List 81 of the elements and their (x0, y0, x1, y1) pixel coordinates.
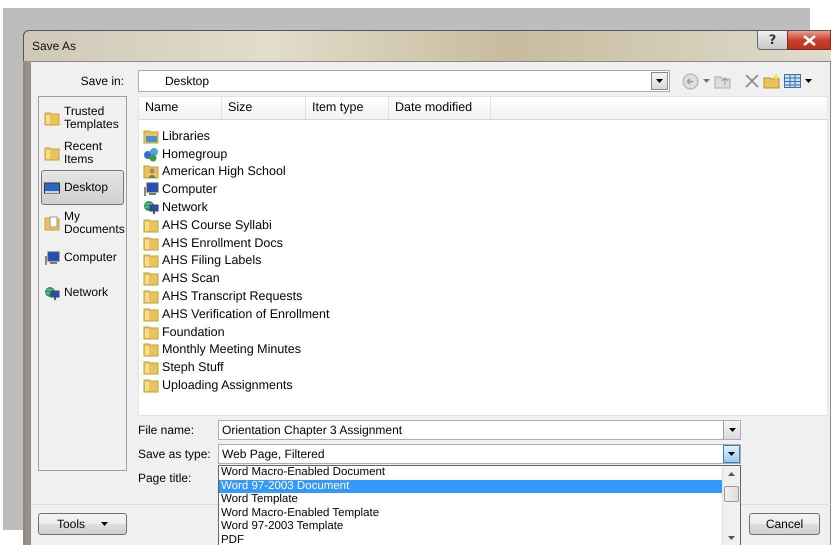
dropdown-option[interactable]: Word Macro-Enabled Template (219, 506, 722, 520)
save-in-label: Save in: (80, 74, 125, 88)
file-name[interactable]: AHS Course Syllabi (162, 218, 272, 232)
window-title: Save As (31, 39, 78, 53)
library-icon (143, 128, 159, 144)
view-grid-icon[interactable] (784, 74, 801, 88)
folder-icon (143, 288, 159, 304)
caret-icon (703, 79, 710, 83)
dropdown-button[interactable] (723, 421, 740, 439)
file-name[interactable]: Monthly Meeting Minutes (162, 342, 301, 356)
dropdown-option[interactable]: Word 97-2003 Template (219, 520, 722, 534)
caret-icon (101, 522, 108, 526)
dropdown-button[interactable] (651, 72, 668, 90)
column-header[interactable]: Name (139, 97, 222, 119)
place-item[interactable]: Desktop (41, 170, 124, 205)
documents-icon (44, 214, 60, 230)
folder-icon (44, 110, 60, 126)
file-name[interactable]: AHS Enrollment Docs (162, 236, 283, 250)
field-label: Page title: (138, 471, 192, 485)
dropdown-button[interactable] (723, 445, 740, 463)
new-folder-icon[interactable] (763, 74, 780, 88)
file-name[interactable]: Homegroup (162, 146, 228, 161)
file-name[interactable]: AHS Filing Labels (162, 253, 262, 268)
folder-icon (44, 144, 60, 160)
file-name[interactable]: Computer (162, 182, 217, 196)
caret-icon (728, 428, 736, 432)
column-header[interactable]: Item type (306, 97, 389, 119)
computer-icon (143, 181, 159, 198)
folder-icon (143, 324, 159, 340)
column-header[interactable]: Size (222, 97, 306, 119)
file-name[interactable]: Libraries (162, 128, 210, 143)
up-arrow-icon (728, 472, 735, 476)
folder-icon (143, 234, 159, 251)
file-name[interactable]: Steph Stuff (162, 360, 224, 374)
file-name[interactable]: AHS Scan (162, 271, 220, 286)
up-folder-icon[interactable] (714, 74, 731, 88)
folder-icon (143, 341, 159, 358)
people-icon (143, 146, 159, 162)
place-item[interactable]: Recent Items (41, 135, 124, 170)
folder-icon (143, 359, 159, 376)
folder-icon (143, 270, 159, 286)
scrollbar-thumb[interactable] (724, 486, 739, 502)
desktop-icon (44, 180, 60, 196)
folder-icon (143, 216, 159, 233)
delete-icon[interactable] (745, 74, 759, 88)
column-header[interactable]: Date modified (389, 97, 491, 119)
combo-box[interactable]: Web Page, Filtered (218, 444, 741, 464)
dropdown-option[interactable]: Word Macro-Enabled Document (219, 466, 722, 480)
close-icon (802, 34, 816, 46)
folder-icon (143, 377, 159, 394)
scrollbar[interactable] (722, 466, 740, 545)
file-name[interactable]: Network (162, 200, 208, 214)
caret-icon (656, 79, 663, 83)
place-item[interactable]: Computer (41, 240, 124, 275)
file-name[interactable]: American High School (162, 164, 286, 178)
combo-box[interactable]: Orientation Chapter 3 Assignment (218, 420, 741, 440)
cancel-button[interactable]: Cancel (749, 513, 820, 535)
folder-icon (143, 252, 159, 268)
place-item[interactable]: My Documents (41, 205, 124, 240)
tools-button[interactable]: Tools (38, 513, 127, 535)
place-item[interactable]: Network (41, 275, 124, 310)
file-name[interactable]: Uploading Assignments (162, 378, 293, 392)
file-name[interactable]: AHS Transcript Requests (162, 289, 302, 304)
down-arrow-icon (728, 536, 735, 540)
help-button[interactable]: ? (757, 31, 788, 50)
folder-icon (143, 306, 159, 322)
file-name[interactable]: AHS Verification of Enrollment (162, 306, 330, 321)
dropdown-option[interactable]: Word Template (219, 493, 722, 507)
globe-monitor-icon (143, 199, 159, 216)
file-name[interactable]: Foundation (162, 324, 225, 339)
place-item[interactable]: Trusted Templates (41, 100, 124, 135)
location-combo-box[interactable]: Desktop (138, 70, 670, 92)
caret-icon (805, 79, 812, 83)
dropdown-option[interactable]: PDF (219, 534, 722, 545)
close-button[interactable] (787, 31, 831, 50)
person-folder-icon (143, 163, 159, 180)
globe-monitor-icon (44, 284, 60, 300)
caret-icon (728, 452, 735, 456)
field-label: File name: (138, 423, 196, 437)
computer-icon (44, 250, 60, 266)
field-label: Save as type: (138, 447, 212, 461)
